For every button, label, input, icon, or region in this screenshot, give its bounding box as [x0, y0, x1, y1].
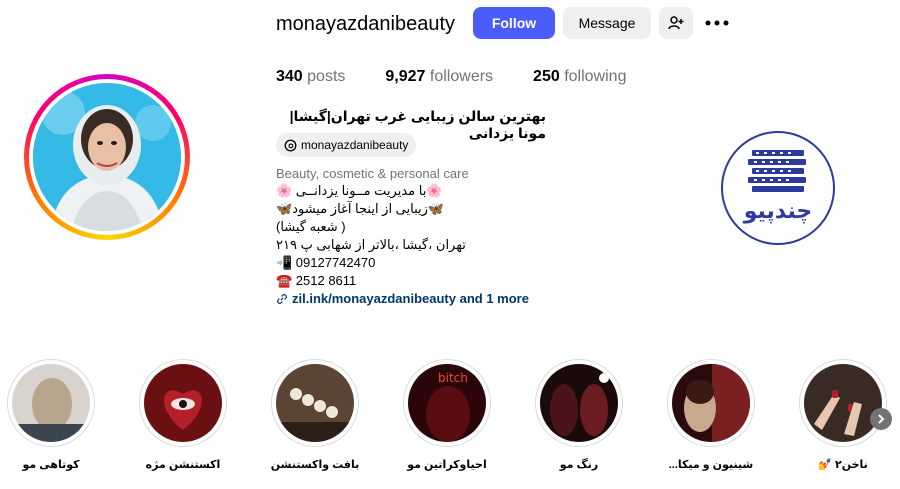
profile-avatar [33, 83, 181, 231]
highlight-label: کوتاهی مو [22, 459, 80, 471]
highlight-label: اکستنشن مژه [145, 459, 221, 471]
bio-line: ( شعبه گیشا) [276, 219, 346, 234]
highlight-cover [12, 364, 90, 442]
bio-line: 📲 09127742470 [276, 255, 376, 270]
posts-count: 340 [276, 68, 303, 85]
threads-icon [284, 139, 297, 151]
message-button[interactable]: Message [563, 7, 651, 39]
highlight-cover [540, 364, 618, 442]
highlight-item[interactable]: bitch احیاوکراتین مو [402, 359, 492, 471]
highlight-cover: bitch [408, 364, 486, 442]
profile-avatar-ring[interactable] [24, 74, 190, 240]
bio-line: ☎️ 2512 8611 [276, 273, 357, 288]
highlight-item[interactable]: رنگ مو [534, 359, 624, 471]
highlight-cover [144, 364, 222, 442]
following-stat[interactable]: 250 following [533, 68, 626, 86]
bio-line: 🦋زیبایی از اینجا آغاز میشود🦋 [276, 201, 445, 216]
highlight-label: بافت واکستنشن [270, 459, 360, 471]
highlights-next-button[interactable] [870, 408, 892, 430]
highlight-cover [672, 364, 750, 442]
bio-line: 🌸با مدیریت مــونا یزدانــی 🌸 [276, 183, 443, 198]
brand-logo: چندپیو [720, 130, 836, 246]
highlight-cover [276, 364, 354, 442]
bio-link-text: zil.ink/monayazdanibeauty and 1 more [292, 291, 529, 306]
followers-count: 9,927 [385, 68, 426, 85]
following-label: following [564, 68, 627, 85]
add-user-icon [668, 16, 684, 30]
more-horizontal-icon [705, 20, 729, 26]
highlight-label: رنگ مو [559, 459, 599, 471]
followers-stat[interactable]: 9,927 followers [385, 68, 493, 86]
svg-text:bitch: bitch [438, 371, 468, 385]
threads-handle: monayazdanibeauty [301, 138, 409, 152]
posts-label: posts [307, 68, 346, 85]
highlight-item[interactable]: بافت واکستنشن [270, 359, 360, 471]
highlight-cover [804, 364, 882, 442]
more-options-button[interactable] [705, 12, 729, 34]
profile-username: monayazdanibeauty [276, 13, 456, 35]
profile-category: Beauty, cosmetic & personal care [276, 166, 469, 181]
following-count: 250 [533, 68, 560, 85]
followers-label: followers [429, 68, 494, 85]
threads-badge[interactable]: monayazdanibeauty [276, 133, 417, 157]
chevron-right-icon [878, 414, 885, 424]
highlight-item[interactable]: شینیون و میکا... [666, 359, 756, 471]
logo-text: چندپیو [743, 199, 813, 224]
bio-line: تهران ،گیشا ،بالاتر از شهابی پ ۲۱۹ [276, 237, 466, 252]
highlight-label: شینیون و میکا... [668, 459, 754, 471]
bio-external-link[interactable]: zil.ink/monayazdanibeauty and 1 more [276, 291, 529, 306]
highlight-item[interactable]: اکستنشن مژه [138, 359, 228, 471]
link-icon [277, 293, 287, 304]
highlight-label: احیاوکراتین مو [407, 459, 487, 471]
posts-stat: 340 posts [276, 68, 345, 86]
highlight-item[interactable]: کوتاهی مو [6, 359, 96, 471]
follow-button[interactable]: Follow [473, 7, 555, 39]
profile-stats: 340 posts 9,927 followers 250 following [276, 68, 666, 86]
suggested-users-button[interactable] [659, 7, 693, 39]
highlight-label: ناخن۲ 💅 [818, 459, 868, 471]
